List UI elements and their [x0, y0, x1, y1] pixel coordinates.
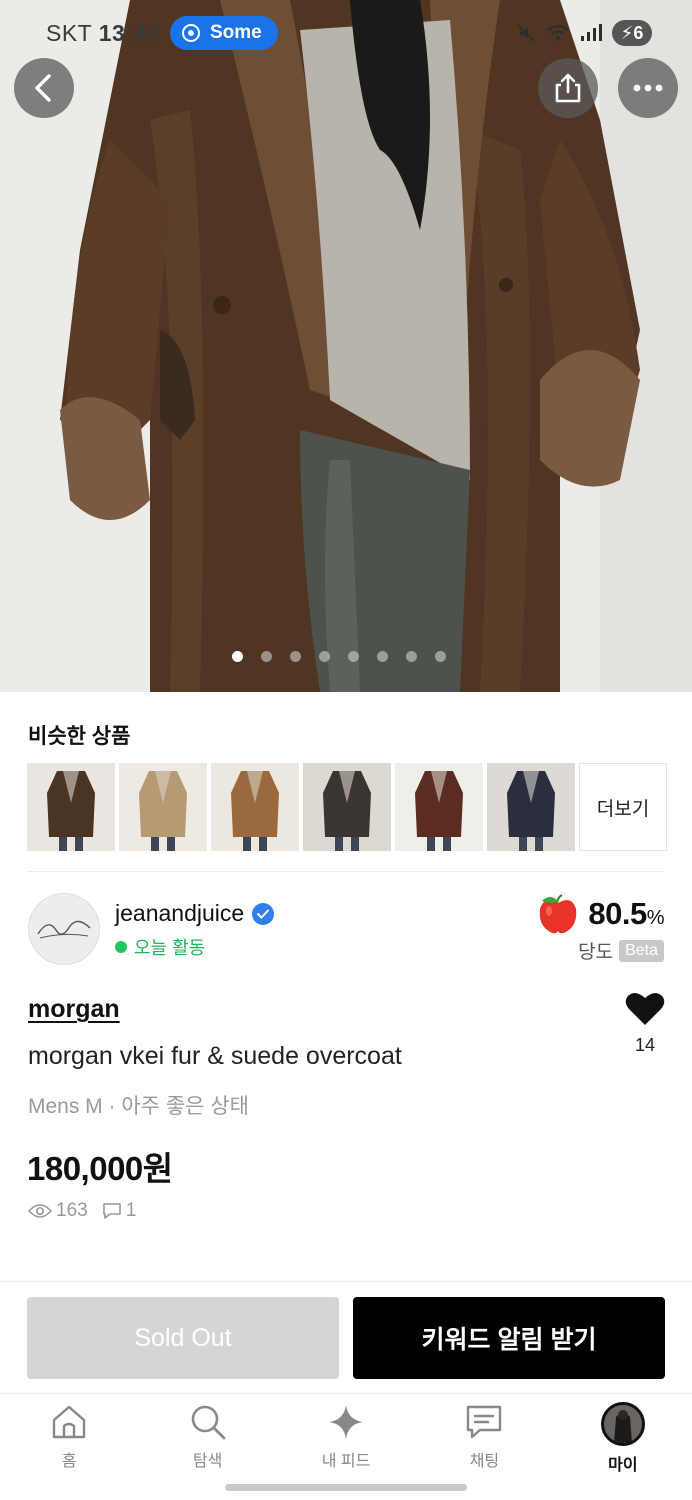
heart-icon — [625, 992, 665, 1025]
tab-home[interactable]: 홈 — [0, 1394, 138, 1475]
sparkle-icon — [329, 1405, 364, 1439]
score-label-row: 당도 Beta — [578, 937, 664, 964]
active-dot-icon — [115, 941, 127, 953]
product-stats: 163 1 — [28, 1200, 144, 1222]
more-icon — [633, 84, 663, 92]
mute-icon — [517, 24, 535, 42]
bottom-tab-bar: 홈 탐색 내 피드 채팅 마이 — [0, 1393, 692, 1475]
carousel-dot[interactable] — [348, 651, 359, 662]
similar-product-thumb[interactable] — [119, 763, 207, 851]
verified-badge-icon — [252, 902, 275, 925]
tab-my[interactable]: 마이 — [554, 1394, 692, 1475]
brand-link[interactable]: morgan — [28, 995, 120, 1024]
eye-icon — [28, 1204, 52, 1218]
home-indicator[interactable] — [225, 1484, 467, 1491]
carousel-dot[interactable] — [377, 651, 388, 662]
similar-products-title: 비슷한 상품 — [28, 725, 131, 748]
divider — [27, 871, 665, 872]
chevron-left-icon — [35, 74, 51, 102]
carousel-dot[interactable] — [435, 651, 446, 662]
keyword-alert-button[interactable]: 키워드 알림 받기 — [353, 1297, 665, 1379]
similar-product-thumb[interactable] — [303, 763, 391, 851]
beta-badge: Beta — [619, 939, 664, 962]
product-image-carousel[interactable]: SKT 13:40 Some ⚡ 6 — [0, 0, 692, 692]
more-options-button[interactable] — [618, 58, 678, 118]
similar-products-list: 더보기 — [27, 763, 667, 851]
share-icon — [555, 73, 581, 103]
battery-indicator: ⚡ 6 — [612, 20, 652, 46]
carousel-dot[interactable] — [290, 651, 301, 662]
like-count: 14 — [634, 1035, 656, 1055]
home-icon — [53, 1405, 86, 1439]
record-icon — [182, 24, 200, 42]
similar-product-thumb[interactable] — [395, 763, 483, 851]
tab-chat[interactable]: 채팅 — [415, 1394, 553, 1475]
seller-activity: 오늘 활동 — [115, 934, 205, 960]
tab-feed[interactable]: 내 피드 — [277, 1394, 415, 1475]
wifi-icon — [547, 24, 569, 41]
more-similar-button[interactable]: 더보기 — [579, 763, 667, 851]
similar-product-thumb[interactable] — [211, 763, 299, 851]
score-value: 80.5% — [588, 896, 664, 931]
carousel-dot[interactable] — [232, 651, 243, 662]
carousel-dot[interactable] — [261, 651, 272, 662]
status-bar: SKT 13:40 Some ⚡ 6 — [0, 14, 692, 54]
carrier-time: SKT 13:40 — [46, 20, 161, 46]
seller-logo — [37, 920, 91, 939]
product-price: 180,000원 — [27, 1150, 173, 1187]
signal-icon — [581, 24, 602, 41]
back-button[interactable] — [14, 58, 74, 118]
similar-product-thumb[interactable] — [27, 763, 115, 851]
carousel-dot[interactable] — [406, 651, 417, 662]
share-button[interactable] — [538, 58, 598, 118]
status-icons: ⚡ 6 — [516, 20, 652, 46]
seller-score[interactable]: 80.5% — [536, 893, 665, 935]
action-bar: Sold Out 키워드 알림 받기 — [0, 1281, 692, 1393]
like-button[interactable]: 14 — [618, 990, 672, 1056]
sold-out-button[interactable]: Sold Out — [27, 1297, 339, 1379]
apple-icon — [540, 894, 577, 934]
search-icon — [191, 1405, 226, 1440]
product-title: morgan vkei fur & suede overcoat — [28, 1042, 402, 1070]
profile-avatar — [600, 1402, 645, 1446]
screen-record-pill[interactable]: Some — [170, 16, 278, 50]
seller-name-row[interactable]: jeanandjuice — [115, 900, 275, 927]
carousel-dot[interactable] — [319, 651, 330, 662]
similar-product-thumb[interactable] — [487, 763, 575, 851]
product-meta: Mens M · 아주 좋은 상태 — [28, 1095, 249, 1118]
carousel-indicator — [232, 651, 446, 662]
seller-name[interactable]: jeanandjuice — [115, 900, 244, 927]
views-stat: 163 — [28, 1200, 88, 1222]
seller-avatar[interactable] — [28, 893, 100, 965]
chat-icon — [467, 1405, 502, 1439]
tab-search[interactable]: 탐색 — [138, 1394, 276, 1475]
comments-stat: 1 — [102, 1200, 136, 1222]
comment-icon — [102, 1203, 121, 1219]
